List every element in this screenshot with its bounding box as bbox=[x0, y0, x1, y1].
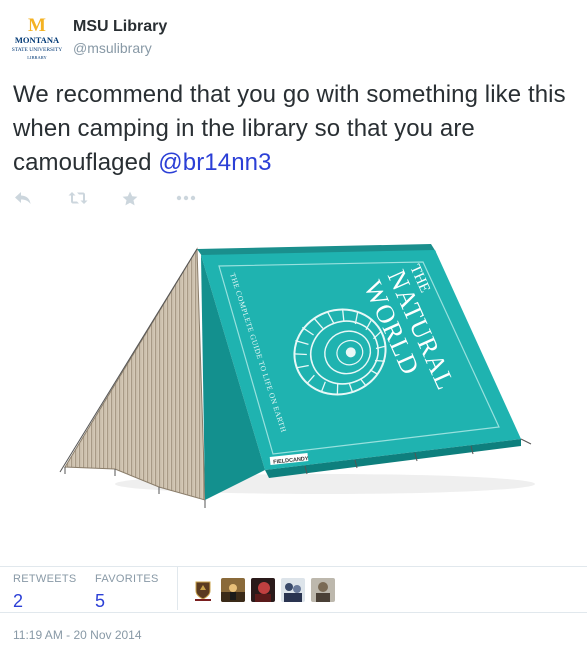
avatar-user-3[interactable] bbox=[251, 578, 275, 602]
account-handle[interactable]: @msulibrary bbox=[73, 39, 167, 57]
retweets-count[interactable]: 2 bbox=[13, 590, 95, 612]
avatar-msu-library[interactable] bbox=[191, 578, 215, 602]
tweet-actions bbox=[14, 188, 230, 208]
favoriter-avatars bbox=[191, 578, 341, 602]
retweet-button[interactable] bbox=[68, 188, 122, 208]
more-icon bbox=[176, 195, 196, 201]
reply-button[interactable] bbox=[14, 188, 68, 208]
divider-top bbox=[0, 566, 587, 567]
retweet-icon bbox=[68, 192, 88, 204]
tweet-timestamp[interactable]: 11:19 AM - 20 Nov 2014 bbox=[13, 628, 142, 642]
account-avatar[interactable]: M MONTANA STATE UNIVERSITY LIBRARY bbox=[10, 14, 64, 62]
msu-logo: M MONTANA STATE UNIVERSITY LIBRARY bbox=[12, 15, 62, 60]
favorite-button[interactable] bbox=[122, 188, 176, 208]
svg-text:STATE UNIVERSITY: STATE UNIVERSITY bbox=[12, 47, 62, 53]
more-button[interactable] bbox=[176, 188, 230, 208]
retweets-stat[interactable]: RETWEETS 2 bbox=[13, 572, 95, 612]
svg-text:MONTANA: MONTANA bbox=[15, 35, 60, 45]
account-fullname[interactable]: MSU Library bbox=[73, 17, 167, 37]
book-tent-image: THE NATURAL WORLD THE COMPLETE GUIDE TO … bbox=[59, 244, 535, 508]
account-names: MSU Library @msulibrary bbox=[73, 17, 167, 57]
divider-bottom bbox=[0, 612, 587, 613]
favorite-icon bbox=[122, 191, 138, 205]
tweet-card: M MONTANA STATE UNIVERSITY LIBRARY MSU L… bbox=[0, 0, 587, 655]
tweet-header: M MONTANA STATE UNIVERSITY LIBRARY MSU L… bbox=[10, 14, 167, 62]
mention-link[interactable]: @br14nn3 bbox=[158, 149, 271, 176]
tweet-media-photo[interactable]: THE NATURAL WORLD THE COMPLETE GUIDE TO … bbox=[55, 222, 535, 512]
tweet-body: We recommend that you go with something … bbox=[13, 81, 566, 176]
tweet-text: We recommend that you go with something … bbox=[13, 78, 578, 180]
reply-icon bbox=[15, 192, 31, 204]
avatar-user-2[interactable] bbox=[221, 578, 245, 602]
retweets-label: RETWEETS bbox=[13, 573, 77, 585]
stats-separator bbox=[177, 566, 178, 610]
avatar-user-4[interactable] bbox=[281, 578, 305, 602]
svg-text:LIBRARY: LIBRARY bbox=[27, 55, 47, 60]
favorites-stat[interactable]: FAVORITES 5 bbox=[95, 572, 177, 612]
avatar-user-5[interactable] bbox=[311, 578, 335, 602]
favorites-count[interactable]: 5 bbox=[95, 590, 177, 612]
tweet-stats: RETWEETS 2 FAVORITES 5 bbox=[13, 572, 177, 612]
favorites-label: FAVORITES bbox=[95, 573, 159, 585]
svg-text:M: M bbox=[28, 15, 46, 36]
